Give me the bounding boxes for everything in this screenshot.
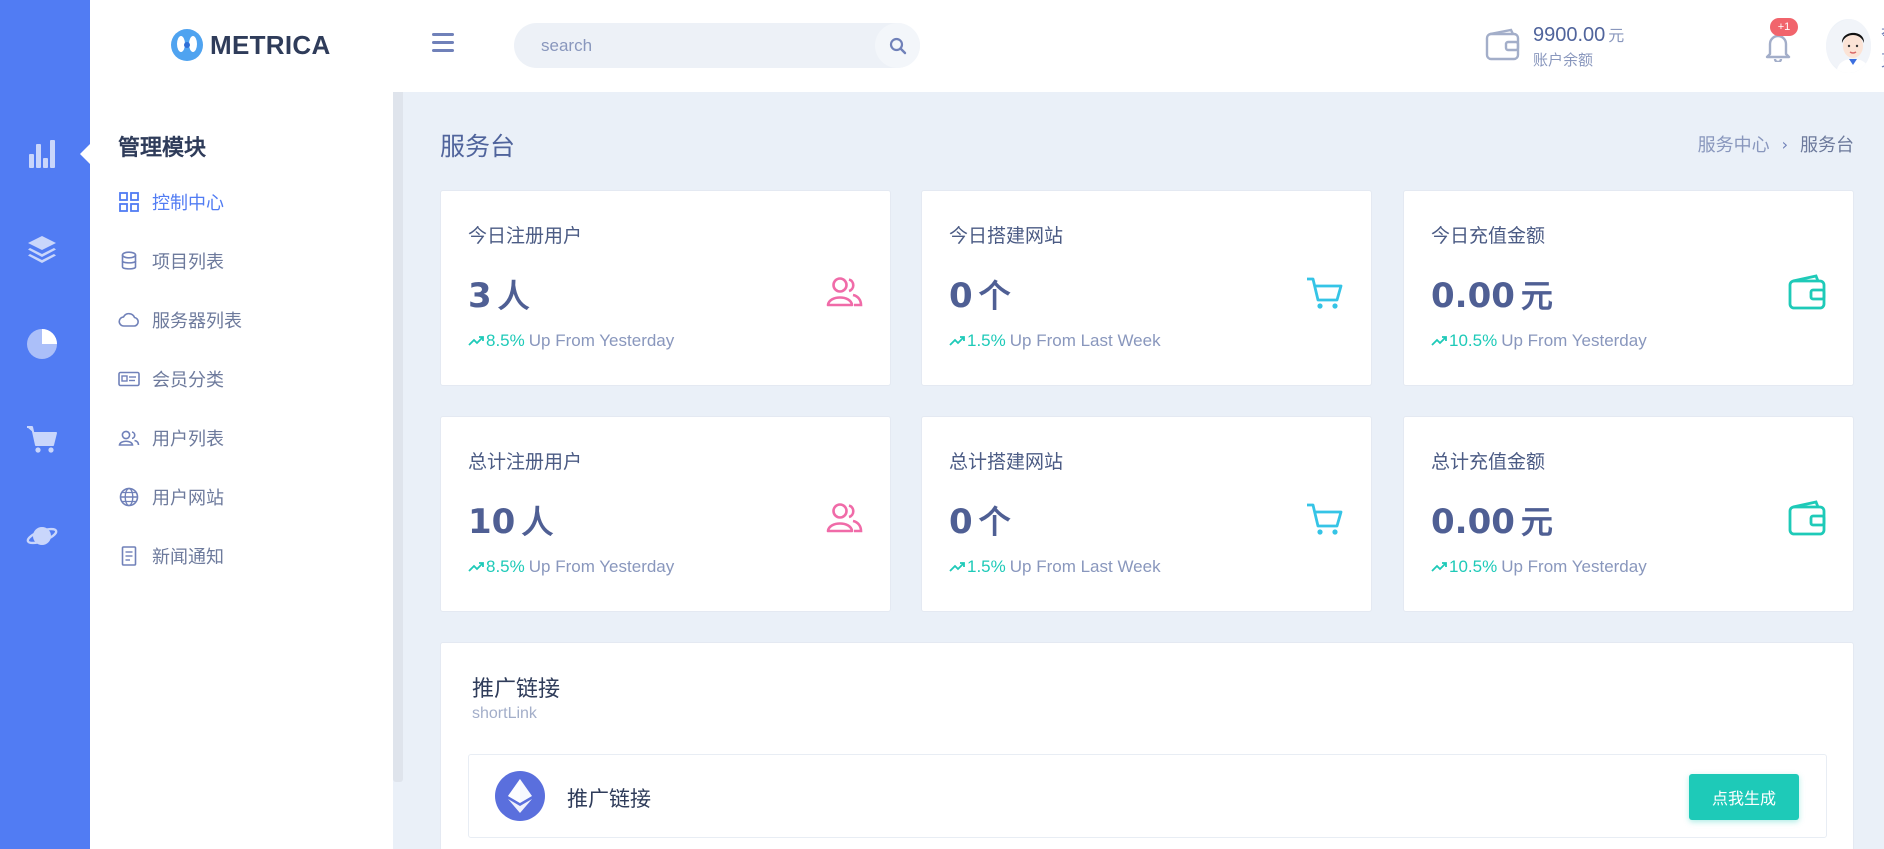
- id-card-icon: [118, 368, 140, 390]
- sidebar-item-users[interactable]: 用户列表: [118, 408, 242, 467]
- users-icon: [826, 503, 863, 533]
- users-icon: [118, 427, 140, 449]
- breadcrumb-current: 服务台: [1800, 135, 1854, 156]
- stat-trend: 1.5% Up From Last Week: [949, 331, 1161, 351]
- stat-title: 总计注册用户: [468, 451, 583, 473]
- stat-title: 今日注册用户: [468, 225, 583, 247]
- brand-name: METRICA: [210, 29, 331, 60]
- sidebar-item-projects[interactable]: 项目列表: [118, 231, 242, 290]
- users-icon: [826, 277, 863, 307]
- sidebar-item-label: 服务器列表: [152, 310, 242, 332]
- stat-card-total-users: 总计注册用户 10 人 8.5% Up From Yesterday: [440, 416, 891, 612]
- stat-card-total-sites: 总计搭建网站 0个 1.5% Up From Last Week: [921, 416, 1372, 612]
- wallet-icon: [1788, 500, 1826, 536]
- sidebar-item-dashboard[interactable]: 控制中心: [118, 172, 242, 231]
- wallet-icon: [1485, 28, 1520, 61]
- wallet-icon: [1788, 274, 1826, 310]
- chevron-right-icon: ›: [1781, 134, 1788, 154]
- breadcrumb-item[interactable]: 服务中心: [1698, 131, 1770, 157]
- trend-up-icon: [949, 336, 965, 346]
- sidebar-item-label: 新闻通知: [152, 546, 224, 568]
- search-box: [514, 23, 920, 68]
- wallet-amount: 9900.00: [1533, 24, 1606, 46]
- stat-trend: 10.5% Up From Yesterday: [1431, 331, 1647, 351]
- cart-icon: [1307, 277, 1343, 309]
- search-icon: [889, 37, 906, 54]
- dashboard-grid-icon: [118, 191, 140, 213]
- stat-trend: 1.5% Up From Last Week: [949, 557, 1161, 577]
- wallet-unit: 元: [1608, 26, 1625, 45]
- page-title: 服务台: [440, 132, 516, 161]
- metrica-logo-icon: [171, 29, 203, 61]
- sidebar-item-label: 会员分类: [152, 369, 224, 391]
- sidebar-menu: 控制中心 项目列表 服务器列表 会员分类 用户列表 用户网站 新闻通知: [118, 172, 242, 585]
- sidebar-item-user-sites[interactable]: 用户网站: [118, 467, 242, 526]
- avatar: [1826, 19, 1871, 73]
- promo-row-label: 推广链接: [567, 787, 651, 811]
- stat-title: 总计充值金额: [1431, 451, 1546, 473]
- cart-icon[interactable]: [24, 421, 60, 457]
- trend-up-icon: [1431, 562, 1447, 572]
- icon-rail: [0, 0, 91, 849]
- promo-title: 推广链接: [472, 677, 561, 702]
- stat-value: 0.00 元: [1431, 276, 1553, 316]
- generate-link-button[interactable]: 点我生成: [1689, 774, 1799, 820]
- stat-value: 0.00 元: [1431, 502, 1553, 542]
- planet-icon[interactable]: [24, 518, 60, 554]
- sidebar-title: 管理模块: [118, 136, 207, 161]
- document-icon: [118, 545, 140, 567]
- stat-card-today-users: 今日注册用户 3人 8.5% Up From Yesterday: [440, 190, 891, 386]
- sidebar: 管理模块 控制中心 项目列表 服务器列表 会员分类 用户列表 用户网站 新闻通知: [90, 92, 393, 849]
- promo-subtitle: shortLink: [472, 705, 537, 722]
- sidebar-item-servers[interactable]: 服务器列表: [118, 290, 242, 349]
- stat-card-total-recharge: 总计充值金额 0.00 元 10.5% Up From Yesterday: [1403, 416, 1854, 612]
- stat-card-today-recharge: 今日充值金额 0.00 元 10.5% Up From Yesterday: [1403, 190, 1854, 386]
- stat-trend: 8.5% Up From Yesterday: [468, 557, 674, 577]
- menu-toggle-icon[interactable]: [432, 33, 454, 55]
- ethereum-icon: [495, 771, 545, 821]
- stat-title: 今日充值金额: [1431, 225, 1546, 247]
- sidebar-item-label: 用户列表: [152, 428, 224, 450]
- top-bar: METRICA 9900.00元 账户余额 +1 夸: [90, 0, 1884, 92]
- stat-value: 3人: [468, 276, 530, 316]
- bar-chart-icon[interactable]: [24, 136, 60, 172]
- cloud-icon: [118, 309, 140, 331]
- wallet-balance[interactable]: 9900.00 元 账户余额: [1485, 22, 1624, 70]
- trend-up-icon: [468, 562, 484, 572]
- search-input[interactable]: [514, 23, 874, 68]
- pie-chart-icon[interactable]: [24, 326, 60, 362]
- stat-value: 0个: [949, 502, 1011, 542]
- promo-link-card: 推广链接 shortLink 推广链接 点我生成: [440, 642, 1854, 849]
- trend-up-icon: [949, 562, 965, 572]
- stat-trend: 8.5% Up From Yesterday: [468, 331, 674, 351]
- trend-up-icon: [1431, 336, 1447, 346]
- cart-icon: [1307, 503, 1343, 535]
- sidebar-item-label: 控制中心: [152, 192, 224, 214]
- layers-icon[interactable]: [24, 231, 60, 267]
- sidebar-scrollbar[interactable]: [393, 92, 403, 782]
- logo[interactable]: METRICA: [170, 28, 331, 62]
- promo-link-row: 推广链接 点我生成: [468, 754, 1827, 838]
- sidebar-item-label: 用户网站: [152, 487, 224, 509]
- search-button[interactable]: [875, 23, 920, 68]
- user-menu[interactable]: 夸克: [1826, 19, 1884, 73]
- stat-value: 10 人: [468, 502, 554, 542]
- stat-trend: 10.5% Up From Yesterday: [1431, 557, 1647, 577]
- globe-icon: [118, 486, 140, 508]
- notification-badge: +1: [1770, 18, 1798, 36]
- stat-title: 今日搭建网站: [949, 225, 1064, 247]
- database-icon: [118, 250, 140, 272]
- breadcrumb: 服务中心 › 服务台: [1698, 131, 1854, 157]
- sidebar-item-member-categories[interactable]: 会员分类: [118, 349, 242, 408]
- wallet-label: 账户余额: [1533, 51, 1594, 69]
- stat-card-today-sites: 今日搭建网站 0个 1.5% Up From Last Week: [921, 190, 1372, 386]
- trend-up-icon: [468, 336, 484, 346]
- sidebar-item-news[interactable]: 新闻通知: [118, 526, 242, 585]
- sidebar-item-label: 项目列表: [152, 251, 224, 273]
- stat-title: 总计搭建网站: [949, 451, 1064, 473]
- stat-value: 0个: [949, 276, 1011, 316]
